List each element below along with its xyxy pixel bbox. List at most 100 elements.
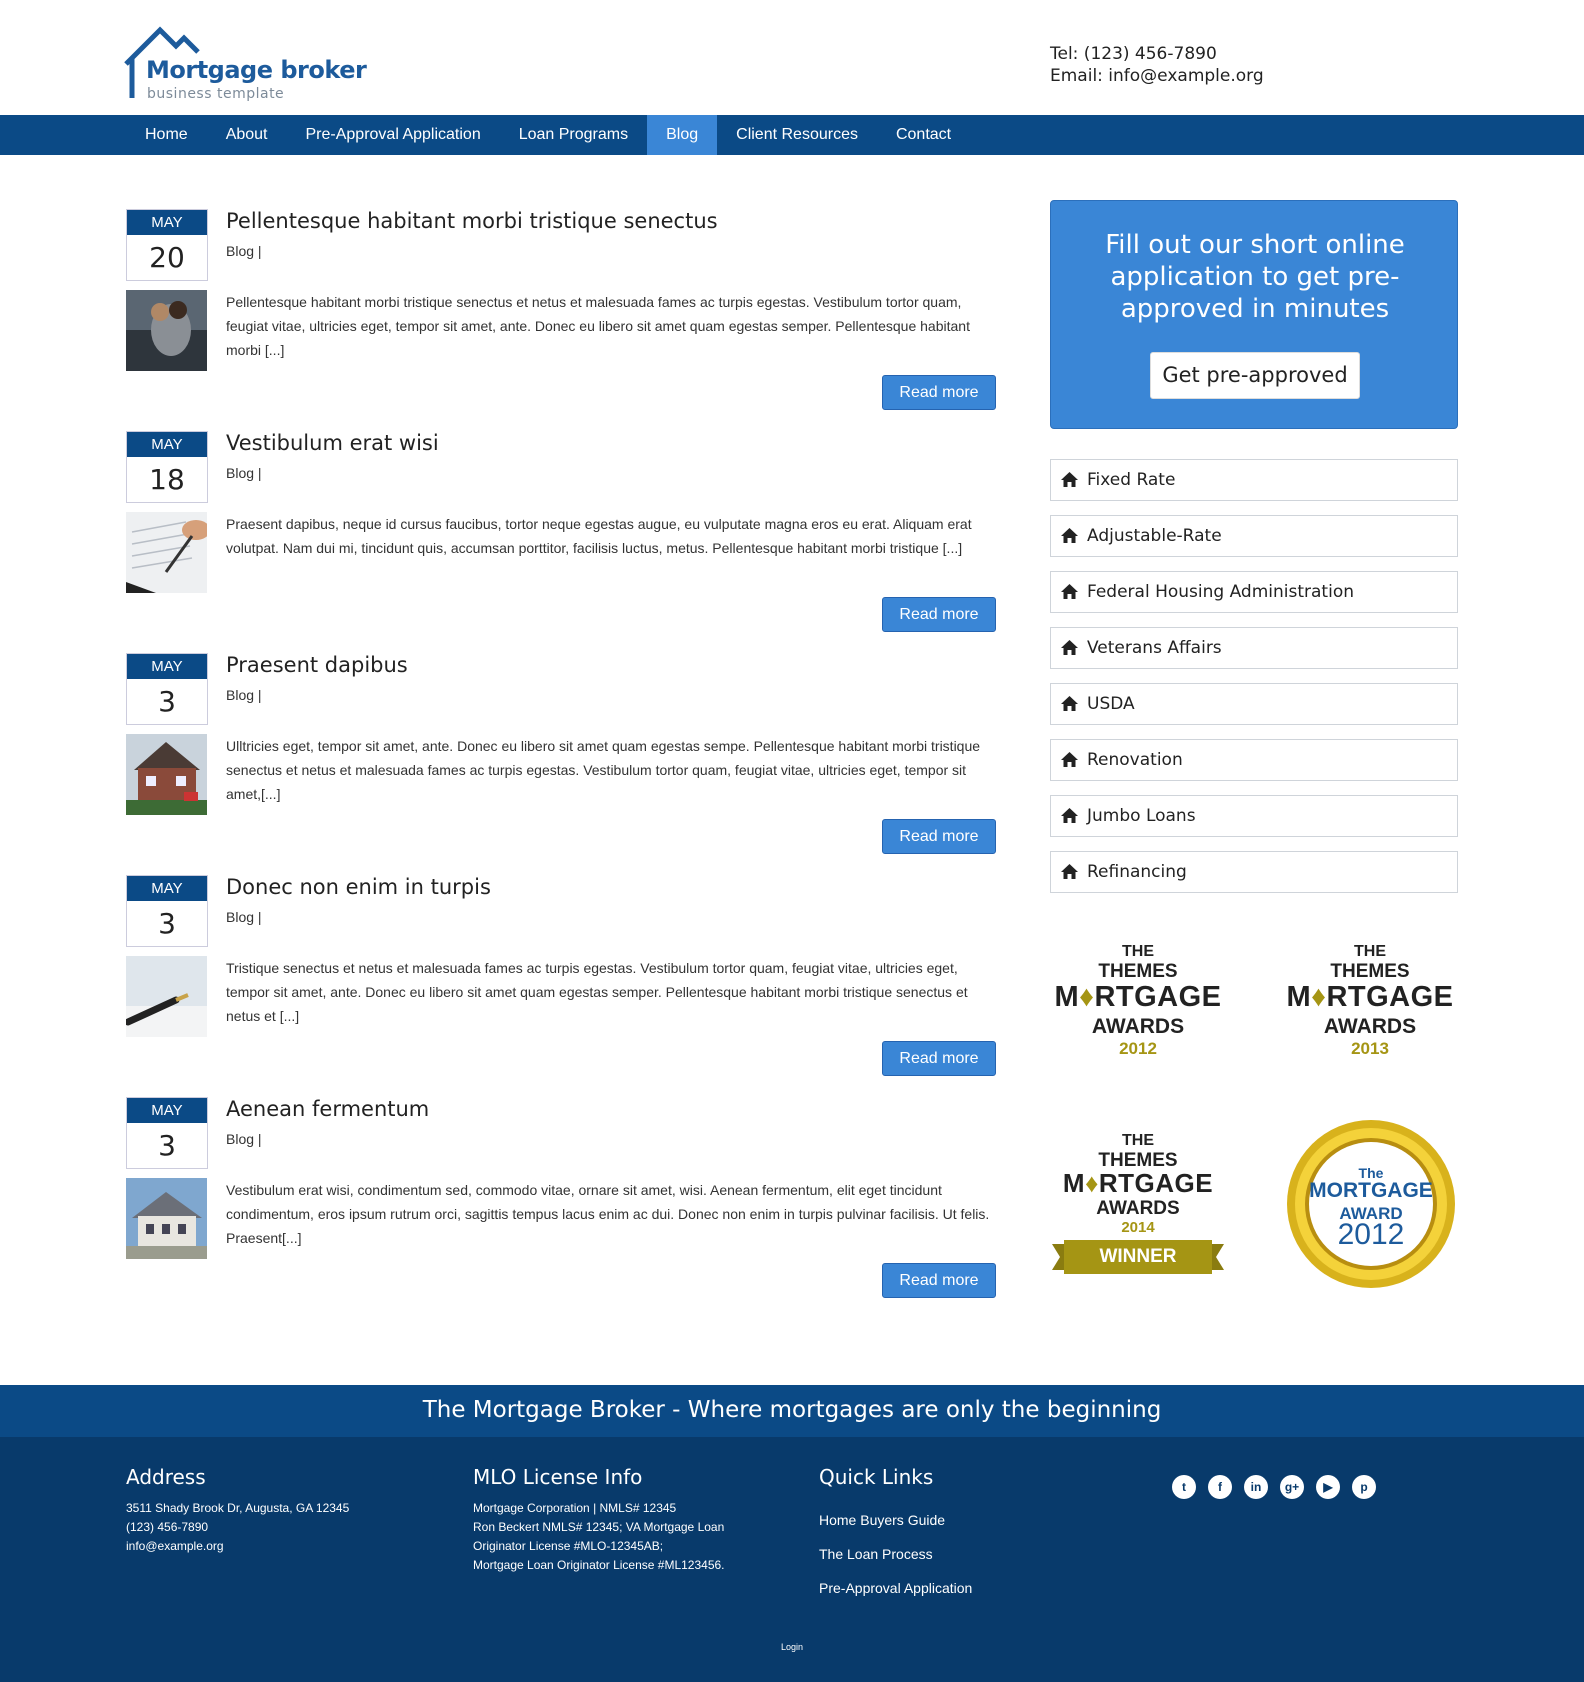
loan-program-fha[interactable]: Federal Housing Administration [1050, 571, 1458, 613]
linkedin-icon[interactable]: in [1244, 1475, 1268, 1499]
home-icon [1061, 808, 1078, 823]
post-date-month: MAY [127, 432, 207, 457]
post-date-badge: MAY 3 [126, 1097, 208, 1169]
post-date-day: 3 [158, 907, 176, 940]
couple-photo-icon[interactable] [126, 290, 207, 371]
quick-link-loan-process[interactable]: The Loan Process [819, 1546, 933, 1562]
address-email[interactable]: info@example.org [126, 1537, 224, 1556]
youtube-icon[interactable]: ▶ [1316, 1475, 1340, 1499]
license-heading: MLO License Info [473, 1465, 643, 1489]
trophy-icon: ♦ [1311, 981, 1327, 1013]
post-date-badge: MAY 18 [126, 431, 208, 503]
post-excerpt: Pellentesque habitant morbi tristique se… [226, 294, 970, 358]
post-date-day: 3 [158, 1129, 176, 1162]
trophy-icon: ♦ [1085, 1168, 1099, 1198]
award-badge-2012: THE THEMES M♦RTGAGE AWARDS 2012 [1048, 935, 1228, 1115]
winner-ribbon: WINNER [1052, 1240, 1224, 1274]
loan-program-veterans-affairs[interactable]: Veterans Affairs [1050, 627, 1458, 669]
loan-program-adjustable-rate[interactable]: Adjustable-Rate [1050, 515, 1458, 557]
post-title[interactable]: Aenean fermentum [226, 1097, 429, 1121]
read-more-button[interactable]: Read more [882, 375, 996, 410]
post-title[interactable]: Vestibulum erat wisi [226, 431, 439, 455]
read-more-button[interactable]: Read more [882, 1041, 996, 1076]
loan-program-refinancing[interactable]: Refinancing [1050, 851, 1458, 893]
pinterest-icon[interactable]: p [1352, 1475, 1376, 1499]
loan-program-jumbo-loans[interactable]: Jumbo Loans [1050, 795, 1458, 837]
loan-program-label: Adjustable-Rate [1087, 526, 1222, 546]
house-photo-icon[interactable] [126, 1178, 207, 1259]
post-date-month: MAY [127, 1098, 207, 1123]
home-icon [1061, 528, 1078, 543]
nav-item-contact[interactable]: Contact [877, 115, 970, 155]
post-date-badge: MAY 3 [126, 875, 208, 947]
nav-item-blog[interactable]: Blog [647, 115, 718, 155]
blog-post: MAY 18 Vestibulum erat wisi Blog | Praes… [126, 431, 996, 636]
blog-post: MAY 20 Pellentesque habitant morbi trist… [126, 209, 996, 414]
home-icon [1061, 640, 1078, 655]
nav-item-client-resources[interactable]: Client Resources [717, 115, 877, 155]
post-date-day: 3 [158, 685, 176, 718]
post-title[interactable]: Donec non enim in turpis [226, 875, 491, 899]
loan-program-label: Veterans Affairs [1087, 638, 1222, 658]
post-category[interactable]: Blog | [226, 909, 262, 925]
award-mortgage: M♦RTGAGE [1062, 1168, 1214, 1198]
quick-link-pre-approval[interactable]: Pre-Approval Application [819, 1580, 972, 1596]
house-for-sale-photo-icon[interactable] [126, 734, 207, 815]
home-icon [1061, 752, 1078, 767]
site-footer: Address 3511 Shady Brook Dr, Augusta, GA… [0, 1437, 1584, 1682]
signing-document-photo-icon[interactable] [126, 512, 207, 593]
get-pre-approved-button[interactable]: Get pre-approved [1150, 352, 1360, 399]
loan-program-label: Refinancing [1087, 862, 1187, 882]
post-excerpt: Tristique senectus et netus et malesuada… [226, 960, 968, 1024]
loan-program-fixed-rate[interactable]: Fixed Rate [1050, 459, 1458, 501]
post-title[interactable]: Pellentesque habitant morbi tristique se… [226, 209, 718, 233]
award-mortgage: M♦RTGAGE [1054, 981, 1222, 1013]
post-title[interactable]: Praesent dapibus [226, 653, 408, 677]
post-category[interactable]: Blog | [226, 1131, 262, 1147]
read-more-button[interactable]: Read more [882, 597, 996, 632]
google-plus-icon[interactable]: g+ [1280, 1475, 1304, 1499]
quick-link-home-buyers-guide[interactable]: Home Buyers Guide [819, 1512, 945, 1528]
blog-post: MAY 3 Donec non enim in turpis Blog | Tr… [126, 875, 996, 1080]
site-logo[interactable]: Mortgage broker business template [124, 26, 367, 102]
post-date-badge: MAY 20 [126, 209, 208, 281]
award-badge-2014-winner: THE THEMES M♦RTGAGE AWARDS 2014 WINNER [1048, 1124, 1228, 1304]
page: Mortgage broker business template Tel: (… [0, 0, 1584, 1682]
twitter-icon[interactable]: t [1172, 1475, 1196, 1499]
post-date-month: MAY [127, 654, 207, 679]
blog-post: MAY 3 Praesent dapibus Blog | Ulltricies… [126, 653, 996, 858]
header-email[interactable]: Email: info@example.org [1050, 65, 1264, 87]
read-more-button[interactable]: Read more [882, 1263, 996, 1298]
loan-program-usda[interactable]: USDA [1050, 683, 1458, 725]
license-line: Mortgage Loan Originator License #ML1234… [473, 1558, 725, 1572]
nav-item-pre-approval[interactable]: Pre-Approval Application [287, 115, 500, 155]
home-icon [1061, 584, 1078, 599]
logo-title: Mortgage broker [146, 56, 367, 84]
nav-item-about[interactable]: About [207, 115, 287, 155]
nav-item-loan-programs[interactable]: Loan Programs [500, 115, 647, 155]
nav-item-home[interactable]: Home [126, 115, 207, 155]
main-nav: Home About Pre-Approval Application Loan… [0, 115, 1584, 155]
login-link[interactable]: Login [0, 1642, 1584, 1652]
award-year: 2012 [1119, 1039, 1157, 1058]
blog-post: MAY 3 Aenean fermentum Blog | Vestibulum… [126, 1097, 996, 1302]
header-phone: Tel: (123) 456-7890 [1050, 44, 1217, 64]
award-year: 2013 [1351, 1039, 1389, 1058]
post-category[interactable]: Blog | [226, 687, 262, 703]
award-the: THE [1122, 1132, 1154, 1149]
facebook-icon[interactable]: f [1208, 1475, 1232, 1499]
loan-program-label: Jumbo Loans [1087, 806, 1196, 826]
license-line: Mortgage Corporation | NMLS# 12345 [473, 1501, 677, 1515]
post-category[interactable]: Blog | [226, 243, 262, 259]
trophy-icon: ♦ [1079, 981, 1095, 1013]
read-more-button[interactable]: Read more [882, 819, 996, 854]
award-themes: THEMES [1330, 961, 1410, 982]
loan-program-renovation[interactable]: Renovation [1050, 739, 1458, 781]
post-category[interactable]: Blog | [226, 465, 262, 481]
pre-approval-cta: Fill out our short online application to… [1050, 200, 1458, 429]
post-date-month: MAY [127, 876, 207, 901]
home-icon [1061, 472, 1078, 487]
pen-photo-icon[interactable] [126, 956, 207, 1037]
header-contact: Tel: (123) 456-7890 Email: info@example.… [1050, 43, 1264, 87]
license-line: Originator License #MLO-12345AB; [473, 1539, 664, 1553]
